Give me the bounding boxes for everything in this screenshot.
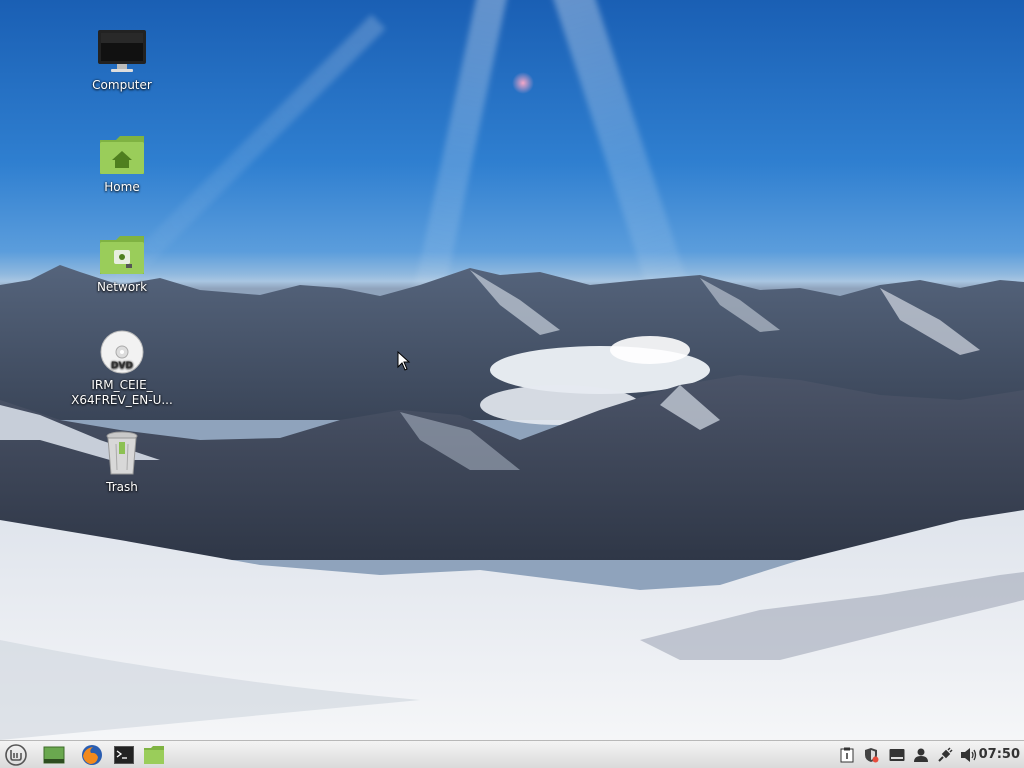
tray-network[interactable] [936, 746, 954, 764]
tray-keyboard[interactable] [888, 746, 906, 764]
terminal-button[interactable] [112, 744, 136, 766]
desktop-icon-label: Computer [92, 78, 152, 92]
desktop-icon-label-line2: X64FREV_EN-U... [71, 393, 173, 407]
computer-icon [98, 30, 146, 72]
volume-icon [961, 748, 977, 762]
files-icon [144, 746, 164, 764]
desktop[interactable]: Computer Home Network DVD IRM_CEIE_ X64F… [0, 0, 1024, 740]
tray-clipboard[interactable] [838, 746, 856, 764]
files-button[interactable] [142, 744, 166, 766]
tray-volume[interactable] [960, 746, 978, 764]
desktop-icon-label: Trash [106, 480, 138, 494]
bottom-panel: 07:50 [0, 740, 1024, 768]
mint-menu-icon [5, 744, 27, 766]
tray-user[interactable] [912, 746, 930, 764]
firefox-button[interactable] [80, 744, 104, 766]
panel-clock[interactable]: 07:50 [979, 747, 1020, 762]
home-folder-icon [100, 136, 144, 174]
svg-text:DVD: DVD [111, 361, 133, 371]
desktop-icon-network[interactable]: Network [67, 234, 177, 295]
desktop-icon-trash[interactable]: Trash [67, 430, 177, 495]
desktop-icon-home[interactable]: Home [67, 134, 177, 195]
keyboard-icon [889, 749, 905, 761]
desktop-icon-dvd[interactable]: DVD IRM_CEIE_ X64FREV_EN-U... [67, 330, 177, 408]
show-desktop-icon [43, 746, 65, 764]
user-icon [914, 748, 928, 762]
desktop-icon-label-line1: IRM_CEIE_ [91, 378, 153, 392]
shield-icon [865, 748, 879, 763]
show-desktop-button[interactable] [42, 744, 66, 766]
firefox-icon [82, 745, 102, 765]
trash-icon [106, 431, 138, 475]
terminal-icon [114, 746, 134, 764]
menu-button[interactable] [4, 744, 28, 766]
desktop-icon-label: Network [96, 280, 148, 294]
dvd-icon: DVD [100, 330, 144, 374]
mouse-cursor-icon [397, 351, 411, 371]
clipboard-icon [840, 747, 854, 763]
network-folder-icon [100, 236, 144, 274]
tray-shield[interactable] [862, 746, 880, 764]
desktop-icon-label: Home [104, 180, 140, 194]
desktop-icon-computer[interactable]: Computer [67, 28, 177, 93]
network-plug-icon [938, 747, 953, 762]
